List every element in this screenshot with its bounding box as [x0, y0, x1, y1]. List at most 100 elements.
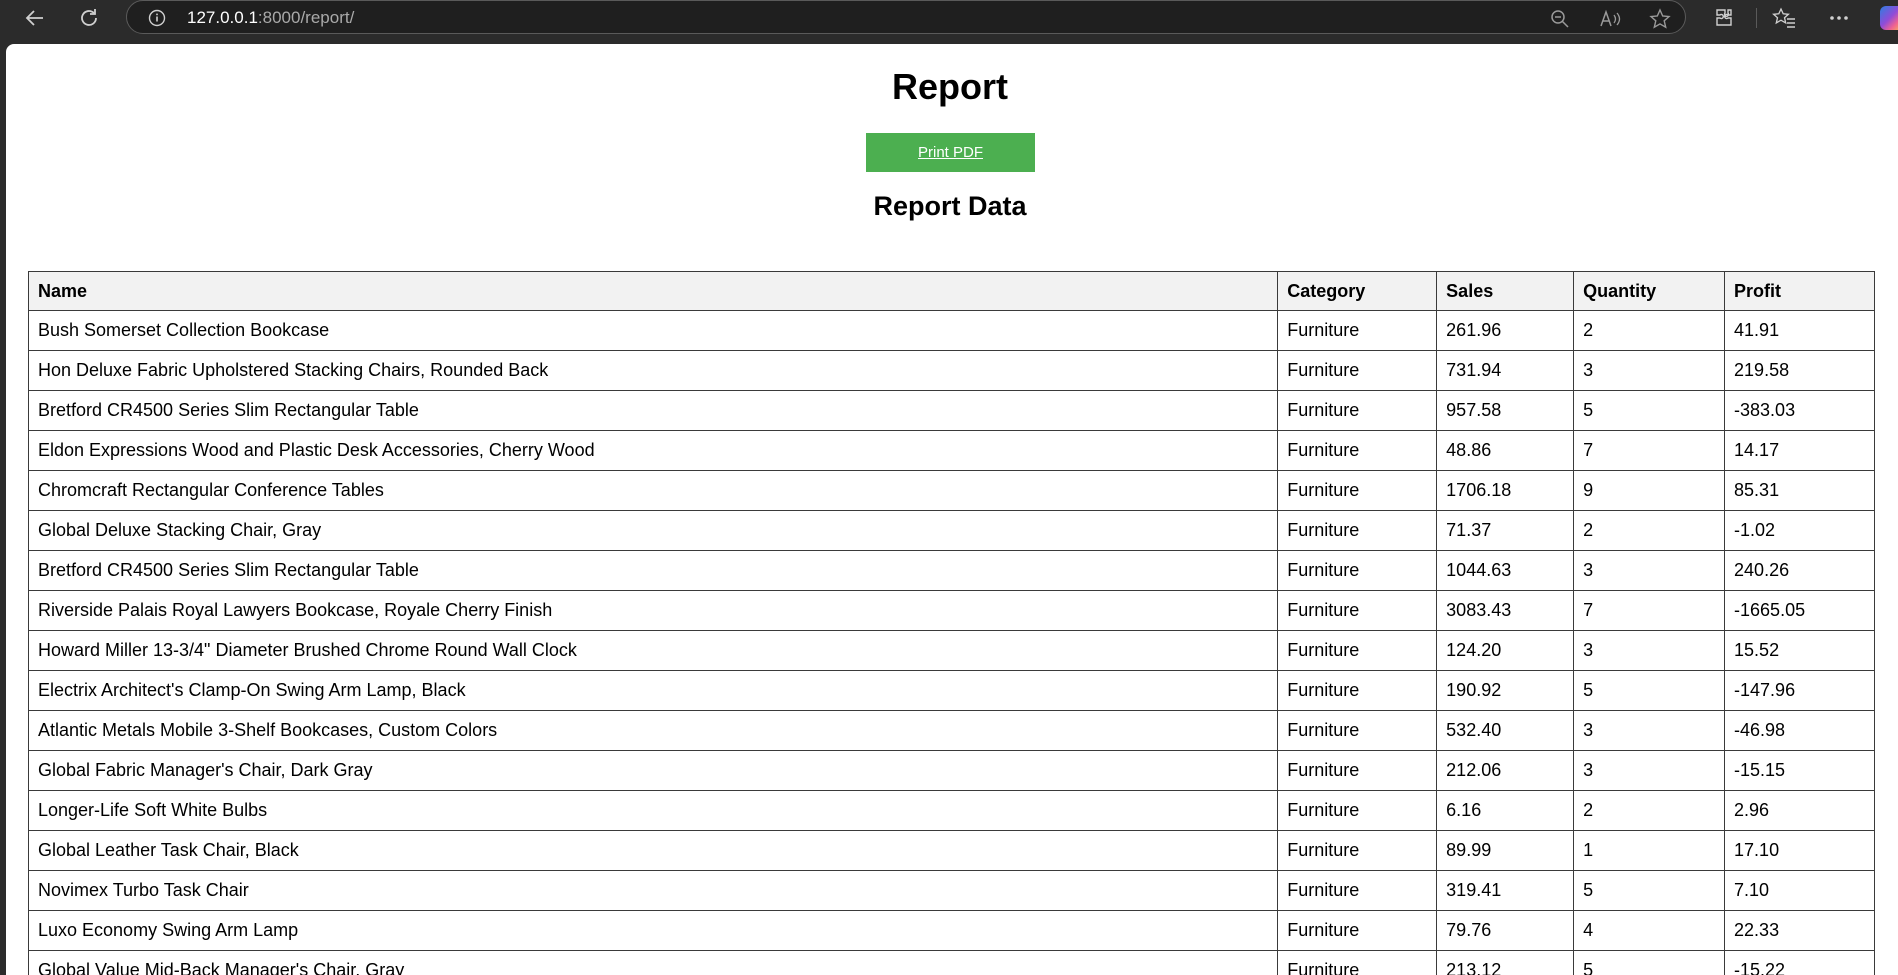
copilot-icon[interactable] [1880, 6, 1898, 30]
cell-name: Global Leather Task Chair, Black [27, 830, 1279, 871]
back-icon[interactable] [20, 3, 50, 33]
cell-quantity: 3 [1573, 710, 1726, 751]
cell-sales: 190.92 [1436, 670, 1575, 711]
cell-sales: 957.58 [1436, 390, 1575, 431]
column-header-profit: Profit [1724, 271, 1875, 311]
cell-category: Furniture [1277, 910, 1438, 951]
cell-profit: -1665.05 [1724, 590, 1875, 631]
cell-sales: 319.41 [1436, 870, 1575, 911]
cell-profit: -1.02 [1724, 510, 1875, 551]
cell-name: Global Value Mid-Back Manager's Chair, G… [27, 950, 1279, 975]
cell-quantity: 1 [1573, 830, 1726, 871]
cell-profit: 14.17 [1724, 430, 1875, 471]
cell-category: Furniture [1277, 670, 1438, 711]
cell-category: Furniture [1277, 830, 1438, 871]
table-row: Hon Deluxe Fabric Upholstered Stacking C… [27, 350, 1875, 391]
cell-sales: 3083.43 [1436, 590, 1575, 631]
cell-sales: 213.12 [1436, 950, 1575, 975]
column-header-name: Name [27, 271, 1279, 311]
cell-sales: 261.96 [1436, 310, 1575, 351]
table-row: Longer-Life Soft White Bulbs Furniture 6.1… [27, 790, 1875, 831]
table-header-row: Name Category Sales Quantity Profit [27, 271, 1875, 311]
table-row: Bush Somerset Collection Bookcase Furnitu… [27, 310, 1875, 351]
table-row: Global Value Mid-Back Manager's Chair, G… [27, 950, 1875, 975]
cell-name: Longer-Life Soft White Bulbs [27, 790, 1279, 831]
table-row: Electrix Architect's Clamp-On Swing Arm … [27, 670, 1875, 711]
cell-category: Furniture [1277, 710, 1438, 751]
cell-category: Furniture [1277, 470, 1438, 511]
cell-category: Furniture [1277, 790, 1438, 831]
cell-quantity: 2 [1573, 790, 1726, 831]
extensions-icon[interactable] [1710, 4, 1738, 32]
more-options-icon[interactable] [1825, 4, 1853, 32]
zoom-out-icon[interactable] [1547, 6, 1573, 32]
favorite-star-icon[interactable] [1647, 6, 1673, 32]
site-info-icon[interactable] [148, 9, 166, 27]
toolbar-divider [1756, 8, 1757, 28]
section-title: Report Data [873, 191, 1027, 221]
cell-quantity: 5 [1573, 390, 1726, 431]
cell-name: Global Fabric Manager's Chair, Dark Gray [27, 750, 1279, 791]
favorites-list-icon[interactable] [1770, 4, 1798, 32]
cell-quantity: 3 [1573, 630, 1726, 671]
cell-quantity: 5 [1573, 670, 1726, 711]
cell-sales: 731.94 [1436, 350, 1575, 391]
cell-sales: 71.37 [1436, 510, 1575, 551]
address-bar[interactable]: 127.0.0.1:8000/report/ [126, 0, 1686, 34]
cell-profit: -147.96 [1724, 670, 1875, 711]
column-header-sales: Sales [1436, 271, 1575, 311]
cell-profit: 2.96 [1724, 790, 1875, 831]
cell-category: Furniture [1277, 310, 1438, 351]
report-table: Name Category Sales Quantity Profit Bush… [27, 271, 1875, 975]
cell-name: Hon Deluxe Fabric Upholstered Stacking C… [27, 350, 1279, 391]
table-row: Global Leather Task Chair, Black Furnitur… [27, 830, 1875, 871]
url-path: :8000/report/ [257, 8, 355, 27]
page-title: Report [892, 66, 1008, 107]
cell-name: Novimex Turbo Task Chair [27, 870, 1279, 911]
cell-profit: 240.26 [1724, 550, 1875, 591]
cell-profit: 17.10 [1724, 830, 1875, 871]
cell-name: Chromcraft Rectangular Conference Tables [27, 470, 1279, 511]
table-row: Global Deluxe Stacking Chair, Gray Furnit… [27, 510, 1875, 551]
cell-sales: 48.86 [1436, 430, 1575, 471]
cell-name: Atlantic Metals Mobile 3-Shelf Bookcases… [27, 710, 1279, 751]
table-row: Howard Miller 13-3/4" Diameter Brushed C… [27, 630, 1875, 671]
cell-category: Furniture [1277, 750, 1438, 791]
cell-category: Furniture [1277, 590, 1438, 631]
url-host: 127.0.0.1 [187, 8, 258, 27]
cell-profit: 41.91 [1724, 310, 1875, 351]
cell-name: Bretford CR4500 Series Slim Rectangular … [27, 390, 1279, 431]
cell-category: Furniture [1277, 350, 1438, 391]
print-pdf-button[interactable]: Print PDF [866, 133, 1035, 172]
table-row: Bretford CR4500 Series Slim Rectangular … [27, 550, 1875, 591]
cell-profit: 22.33 [1724, 910, 1875, 951]
cell-category: Furniture [1277, 510, 1438, 551]
table-row: Bretford CR4500 Series Slim Rectangular … [27, 390, 1875, 431]
cell-quantity: 3 [1573, 350, 1726, 391]
cell-name: Riverside Palais Royal Lawyers Bookcase,… [27, 590, 1279, 631]
cell-profit: -46.98 [1724, 710, 1875, 751]
table-row: Chromcraft Rectangular Conference Tables… [27, 470, 1875, 511]
cell-sales: 1044.63 [1436, 550, 1575, 591]
cell-profit: 85.31 [1724, 470, 1875, 511]
cell-name: Luxo Economy Swing Arm Lamp [27, 910, 1279, 951]
cell-name: Bush Somerset Collection Bookcase [27, 310, 1279, 351]
cell-quantity: 3 [1573, 750, 1726, 791]
column-header-quantity: Quantity [1573, 271, 1726, 311]
cell-name: Bretford CR4500 Series Slim Rectangular … [27, 550, 1279, 591]
cell-quantity: 7 [1573, 430, 1726, 471]
reload-icon[interactable] [74, 3, 104, 33]
cell-quantity: 9 [1573, 470, 1726, 511]
cell-sales: 1706.18 [1436, 470, 1575, 511]
table-body: Bush Somerset Collection Bookcase Furnitu… [27, 310, 1875, 975]
cell-profit: -15.15 [1724, 750, 1875, 791]
cell-category: Furniture [1277, 630, 1438, 671]
cell-quantity: 4 [1573, 910, 1726, 951]
read-aloud-icon[interactable] [1597, 6, 1623, 32]
address-url[interactable]: 127.0.0.1:8000/report/ [187, 8, 354, 28]
cell-name: Electrix Architect's Clamp-On Swing Arm … [27, 670, 1279, 711]
cell-sales: 212.06 [1436, 750, 1575, 791]
cell-category: Furniture [1277, 550, 1438, 591]
table-row: Riverside Palais Royal Lawyers Bookcase,… [27, 590, 1875, 631]
cell-quantity: 2 [1573, 310, 1726, 351]
